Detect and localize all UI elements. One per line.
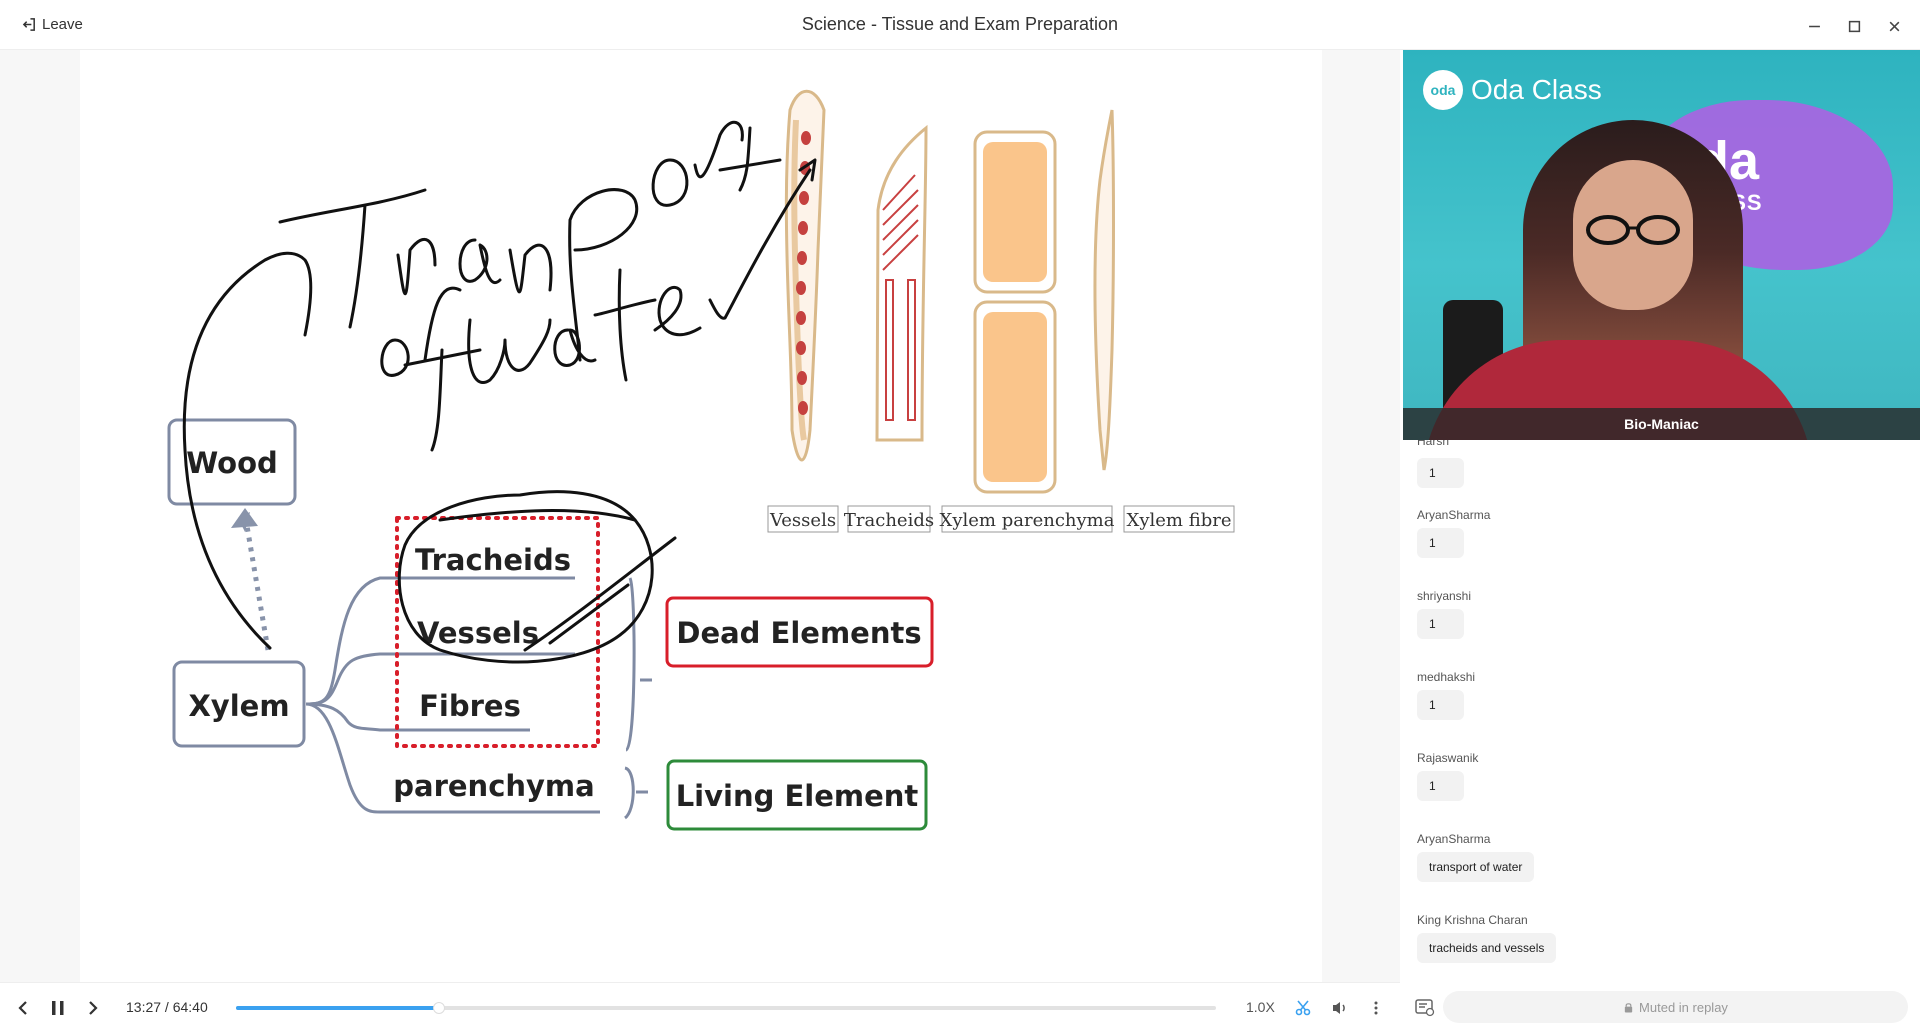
maximize-icon (1848, 20, 1860, 32)
window-title: Science - Tissue and Exam Preparation (801, 14, 1119, 34)
sender-name: AryanSharma (1417, 832, 1491, 846)
brand-name: Oda Class (1471, 74, 1602, 105)
player-controls: 13:27 / 64:40 1.0X (0, 982, 1400, 1032)
wood-label: Wood (186, 446, 278, 480)
speed-button[interactable]: 1.0X (1246, 999, 1275, 1015)
maximize-button[interactable] (1844, 16, 1864, 36)
chat-input-bar: Muted in replay (1403, 982, 1920, 1032)
sender-name: medhakshi (1417, 670, 1476, 684)
sender-name: Harsh (1417, 440, 1450, 448)
list-item: Rajaswanik 1 (1417, 751, 1478, 801)
chevron-left-icon (18, 1001, 27, 1015)
vessels-label: Vessels (417, 616, 539, 650)
message-bubble: tracheids and vessels (1417, 933, 1557, 963)
scissors-icon (1295, 1000, 1311, 1016)
chat-list[interactable]: Harsh 1 AryanSharma 1 shriyanshi 1 medha… (1403, 440, 1920, 980)
progress-bar[interactable] (236, 1002, 1216, 1014)
chat-input-placeholder: Muted in replay (1639, 999, 1728, 1015)
dead-elements-box: Dead Elements (665, 596, 934, 668)
presenter-video[interactable]: oda CLASS oda Oda Class Bio-Maniac (1403, 50, 1920, 440)
list-item: Harsh (1417, 440, 1449, 448)
sender-name: King Krishna Charan (1417, 913, 1528, 927)
leave-label: Leave (42, 16, 83, 33)
handwriting (182, 121, 817, 664)
volume-button[interactable] (1327, 995, 1353, 1021)
title-bar: Leave Science - Tissue and Exam Preparat… (0, 0, 1920, 50)
minimize-button[interactable] (1804, 16, 1824, 36)
figure-label-vessels: Vessels (769, 510, 836, 531)
oda-logo-badge: oda (1423, 70, 1463, 110)
list-item: shriyanshi 1 (1417, 589, 1471, 639)
minimize-icon (1808, 25, 1820, 27)
leave-button[interactable]: Leave (22, 16, 83, 33)
message-bubble: 1 (1417, 458, 1464, 488)
list-item: 1 (1417, 452, 1464, 488)
next-button[interactable] (80, 995, 106, 1021)
parenchyma-label: parenchyma (393, 769, 594, 803)
fibres-label: Fibres (419, 689, 521, 723)
previous-button[interactable] (10, 995, 36, 1021)
side-panel: oda CLASS oda Oda Class Bio-Maniac Harsh… (1403, 50, 1920, 1032)
tracheids-label: Tracheids (415, 543, 571, 577)
progress-fill (236, 1006, 440, 1010)
more-vertical-icon (1374, 1001, 1378, 1015)
lock-icon (1624, 1002, 1633, 1013)
xylem-label: Xylem (188, 689, 289, 723)
oda-logo: oda Oda Class (1423, 70, 1602, 110)
xylem-box: Xylem (172, 660, 306, 748)
whiteboard-canvas: Wood Xylem Tracheids Vessels Fibres pare… (167, 89, 1235, 831)
living-element-box: Living Element (666, 759, 928, 831)
close-button[interactable] (1884, 16, 1904, 36)
message-bubble: 1 (1417, 609, 1464, 639)
list-item: AryanSharma transport of water (1417, 832, 1535, 882)
message-bubble: 1 (1417, 771, 1464, 801)
sender-name: shriyanshi (1417, 589, 1472, 603)
sender-name: Rajaswanik (1417, 751, 1479, 765)
pause-icon (52, 1001, 64, 1015)
living-element-label: Living Element (676, 779, 919, 813)
volume-icon (1333, 1002, 1345, 1014)
dead-elements-label: Dead Elements (676, 616, 921, 650)
pause-button[interactable] (45, 995, 71, 1021)
message-bubble: transport of water (1417, 852, 1535, 882)
list-item: medhakshi 1 (1417, 670, 1475, 720)
list-item: King Krishna Charan tracheids and vessel… (1417, 913, 1557, 963)
clip-button[interactable] (1290, 995, 1316, 1021)
figure-label-parenchyma: Xylem parenchyma (940, 510, 1115, 531)
figure-label-fibre: Xylem fibre (1127, 510, 1232, 531)
sender-name: AryanSharma (1417, 508, 1491, 522)
message-bubble: 1 (1417, 690, 1464, 720)
whiteboard: Wood Xylem Tracheids Vessels Fibres pare… (80, 50, 1322, 982)
lesson-stage: Wood Xylem Tracheids Vessels Fibres pare… (0, 50, 1400, 982)
glasses-icon (1586, 215, 1680, 245)
progress-handle[interactable] (433, 1002, 446, 1014)
chat-settings-icon[interactable] (1414, 996, 1436, 1018)
dotted-arrow (231, 508, 271, 651)
exit-icon (22, 18, 35, 31)
list-item: AryanSharma 1 (1417, 508, 1490, 558)
more-button[interactable] (1363, 995, 1389, 1021)
message-bubble: 1 (1417, 528, 1464, 558)
chevron-right-icon (89, 1001, 98, 1015)
close-icon (1889, 21, 1899, 31)
xylem-cells-figure: Vessels Tracheids Xylem parenchyma Xylem… (767, 89, 1235, 533)
playback-time: 13:27 / 64:40 (126, 999, 208, 1015)
figure-label-tracheids: Tracheids (844, 510, 934, 531)
chat-input[interactable]: Muted in replay (1443, 991, 1908, 1023)
presenter-name: Bio-Maniac (1403, 408, 1920, 440)
